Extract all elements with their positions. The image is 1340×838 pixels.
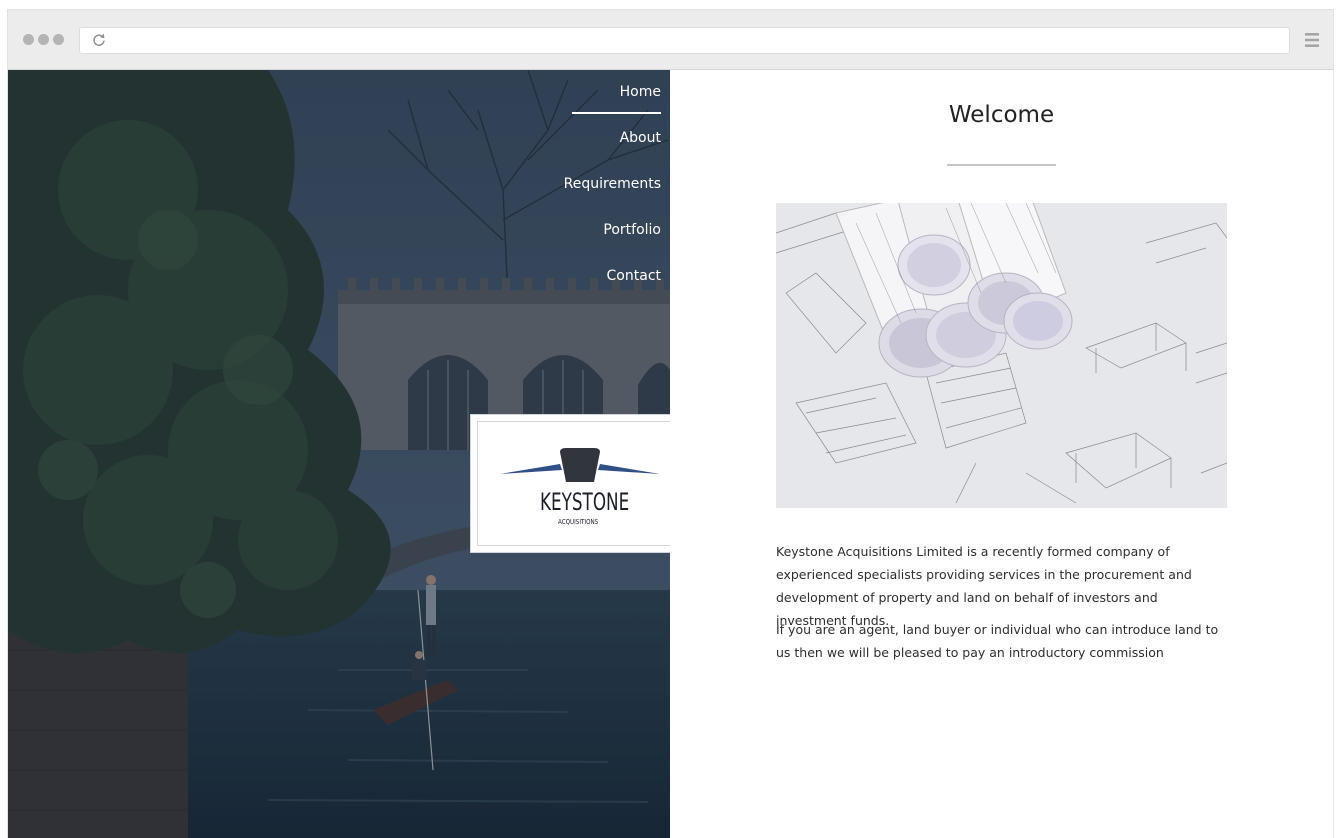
nav-item-label: About <box>619 130 661 146</box>
logo-frame: KEYSTONE ACQUISITIONS <box>477 421 670 546</box>
company-logo[interactable]: KEYSTONE ACQUISITIONS <box>471 415 670 552</box>
commission-paragraph: If you are an agent, land buyer or indiv… <box>776 622 1219 660</box>
logo-subtitle: ACQUISITIONS <box>558 518 599 526</box>
window-dot-icon[interactable] <box>23 34 34 45</box>
nav-item-requirements[interactable]: Requirements <box>461 174 661 220</box>
nav-item-label: Contact <box>606 268 661 284</box>
reload-icon[interactable] <box>92 33 106 47</box>
address-bar[interactable] <box>79 27 1290 54</box>
nav-item-label: Home <box>619 84 661 100</box>
blueprint-rolls-image <box>776 203 1227 508</box>
window-dot-icon[interactable] <box>38 34 49 45</box>
nav-item-about[interactable]: About <box>461 128 661 174</box>
nav-item-portfolio[interactable]: Portfolio <box>461 220 661 266</box>
nav-item-home[interactable]: Home <box>461 82 661 128</box>
hero-panel: Home About Requirements Portfolio Contac… <box>8 70 670 838</box>
browser-window: Home About Requirements Portfolio Contac… <box>8 10 1333 838</box>
active-nav-indicator <box>572 112 661 114</box>
hamburger-menu-icon[interactable] <box>1305 32 1319 48</box>
page-title: Welcome <box>948 102 1055 128</box>
window-controls <box>23 34 64 45</box>
title-divider <box>947 164 1056 166</box>
main-navigation: Home About Requirements Portfolio Contac… <box>461 82 661 312</box>
keystone-icon <box>500 448 660 482</box>
nav-item-label: Portfolio <box>603 222 661 238</box>
main-content: Welcome Keystone Acquisitions Limited is… <box>670 70 1333 838</box>
window-dot-icon[interactable] <box>53 34 64 45</box>
nav-item-contact[interactable]: Contact <box>461 266 661 312</box>
browser-toolbar <box>8 10 1333 70</box>
logo-wordmark: KEYSTONE <box>540 488 630 516</box>
nav-item-label: Requirements <box>563 176 661 192</box>
